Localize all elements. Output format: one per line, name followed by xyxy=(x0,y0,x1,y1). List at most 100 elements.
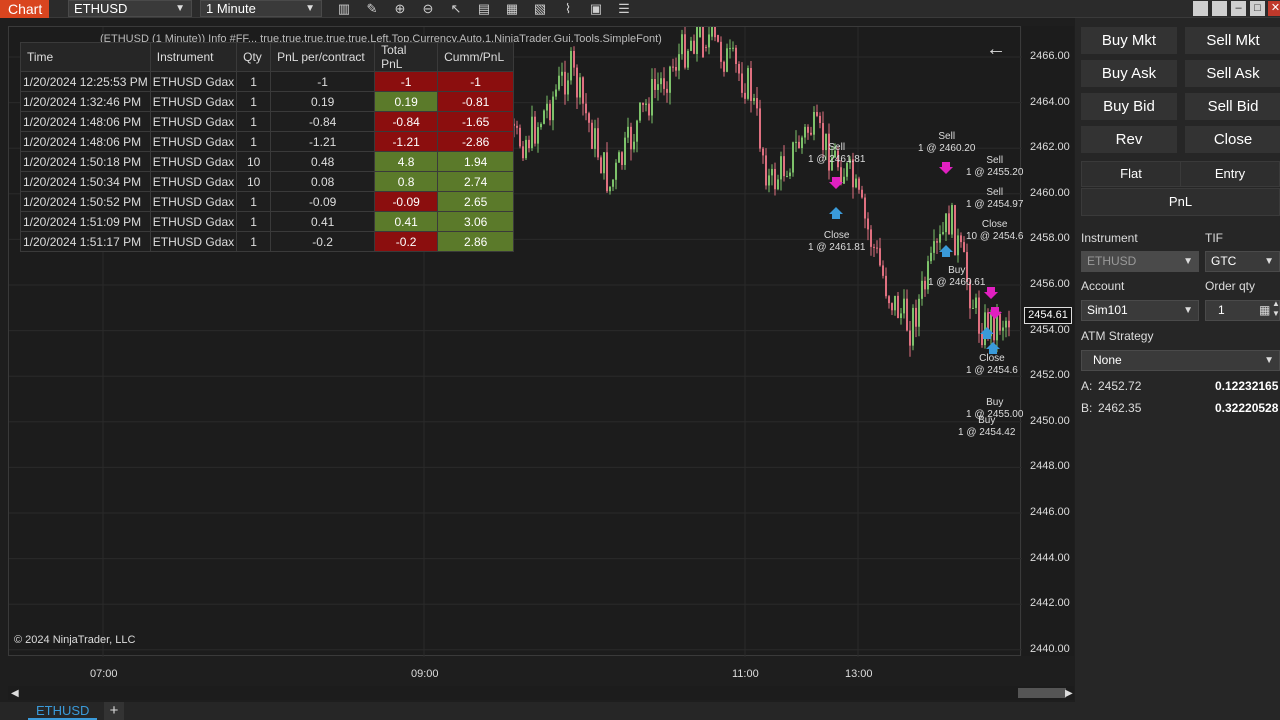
pnl-table-cell: 1/20/2024 1:50:18 PM xyxy=(20,151,151,172)
pnl-table-cell: -0.2 xyxy=(374,231,439,252)
pnl-table-row: 1/20/2024 1:51:09 PM ETHUSD Gdax 1 0.41 0.41… xyxy=(20,211,515,232)
bid-label: B: xyxy=(1081,401,1093,415)
time-tick: 13:00 xyxy=(845,668,873,680)
spinner-icon[interactable]: ▲ ▼ xyxy=(1272,299,1280,319)
buy-bid-button[interactable]: Buy Bid xyxy=(1081,93,1177,120)
pnl-table-cell: ETHUSD Gdax xyxy=(149,151,238,172)
zoom-in-icon[interactable]: ⊕ xyxy=(392,1,408,17)
ask-label: A: xyxy=(1081,379,1093,393)
window-tile-icon[interactable] xyxy=(1193,1,1208,16)
properties-icon[interactable]: ▣ xyxy=(588,1,604,17)
pnl-table-cell: ETHUSD Gdax xyxy=(149,191,238,212)
order-qty-stepper[interactable]: 1 ▦ ▲ ▼ xyxy=(1205,299,1280,321)
pnl-table-cell: 1/20/2024 1:48:06 PM xyxy=(20,131,151,152)
ask-price: 2452.72 xyxy=(1098,379,1142,393)
chart-horizontal-scrollbar[interactable]: ◀ ▶ xyxy=(8,686,1074,700)
calculator-icon[interactable]: ▦ xyxy=(1259,301,1270,320)
time-tick: 07:00 xyxy=(90,668,118,680)
account-label: Account xyxy=(1081,279,1125,293)
pnl-table-cell: -0.2 xyxy=(270,231,376,252)
strategies-icon[interactable]: ⌇ xyxy=(560,1,576,17)
trade-annotation: Close 1 @ 2461.81 xyxy=(808,230,866,253)
price-axis[interactable]: 2466.00 2464.00 2462.00 2460.00 2458.00 2456.… xyxy=(1022,26,1074,656)
entry-button[interactable]: Entry xyxy=(1180,161,1280,187)
pnl-table-cell: 0.8 xyxy=(374,171,439,192)
pnl-table-cell: 1 xyxy=(236,111,272,132)
column-header: Instrument xyxy=(149,42,238,72)
price-tick: 2446.00 xyxy=(1030,506,1070,518)
bar-type-icon[interactable]: ▥ xyxy=(336,1,352,17)
scrollbar-thumb[interactable] xyxy=(1018,688,1066,698)
ask-size: 0.12232165 xyxy=(1215,379,1279,393)
pnl-table-cell: 0.08 xyxy=(270,171,376,192)
tif-select[interactable]: GTC ▼ xyxy=(1205,251,1280,272)
close-position-button[interactable]: Close xyxy=(1185,126,1280,153)
pnl-table-header-row: Time Instrument Qty PnL per/contract Tot… xyxy=(20,42,515,72)
minimize-icon[interactable]: – xyxy=(1231,1,1246,16)
pnl-table-cell: 2.65 xyxy=(437,191,515,212)
chart-trader-icon[interactable]: ☰ xyxy=(616,1,632,17)
add-tab-button[interactable]: + xyxy=(104,702,124,720)
pnl-table-cell: -0.09 xyxy=(270,191,376,212)
tif-select-value: GTC xyxy=(1211,254,1237,268)
atm-strategy-select[interactable]: None ▼ xyxy=(1081,350,1280,371)
price-tick: 2460.00 xyxy=(1030,186,1070,199)
pnl-table-cell: 1/20/2024 1:51:09 PM xyxy=(20,211,151,232)
bid-price: 2462.35 xyxy=(1098,401,1142,415)
close-icon[interactable]: ✕ xyxy=(1268,1,1280,16)
reverse-button[interactable]: Rev xyxy=(1081,126,1177,153)
tif-label: TIF xyxy=(1205,231,1223,245)
pnl-table-cell: -0.81 xyxy=(437,91,515,112)
zoom-out-icon[interactable]: ⊖ xyxy=(420,1,436,17)
pnl-table-cell: ETHUSD Gdax xyxy=(149,91,238,112)
pointer-icon[interactable]: ↖ xyxy=(448,1,464,17)
tab-bar: ETHUSD + xyxy=(0,702,1280,720)
scroll-right-icon[interactable]: ▶ xyxy=(1065,688,1073,699)
pnl-table-cell: ETHUSD Gdax xyxy=(149,131,238,152)
chart-menu-button[interactable]: Chart xyxy=(0,0,49,18)
trade-annotation: Sell 1 @ 2455.20 xyxy=(966,155,1024,178)
instrument-field[interactable]: ETHUSD ▼ xyxy=(1081,251,1199,272)
pnl-table-cell: ETHUSD Gdax xyxy=(149,111,238,132)
templates-icon[interactable]: ▦ xyxy=(504,1,520,17)
window-tile-icon[interactable] xyxy=(1212,1,1227,16)
pnl-table-cell: 0.41 xyxy=(270,211,376,232)
pnl-table-cell: 0.19 xyxy=(374,91,439,112)
sell-market-button[interactable]: Sell Mkt xyxy=(1185,27,1280,54)
price-tick: 2442.00 xyxy=(1030,597,1070,610)
trade-annotation: Buy 1 @ 2454.42 xyxy=(958,415,1016,438)
pnl-button[interactable]: PnL xyxy=(1081,188,1280,216)
tab-ethusd[interactable]: ETHUSD xyxy=(28,702,98,720)
pnl-table-cell: 1/20/2024 1:50:34 PM xyxy=(20,171,151,192)
pnl-table-cell: -1.21 xyxy=(270,131,376,152)
pnl-table-row: 1/20/2024 12:25:53 PM ETHUSD Gdax 1 -1 -1 -1 xyxy=(20,71,515,92)
flat-button[interactable]: Flat xyxy=(1081,161,1181,187)
sell-bid-button[interactable]: Sell Bid xyxy=(1185,93,1280,120)
sell-ask-button[interactable]: Sell Ask xyxy=(1185,60,1280,87)
price-tick: 2454.00 xyxy=(1030,323,1070,336)
column-header: Total PnL xyxy=(374,42,439,72)
chevron-down-icon: ▼ xyxy=(1264,256,1274,267)
interval-selector[interactable]: 1 Minute ▼ xyxy=(200,0,322,17)
data-box-icon[interactable]: ▤ xyxy=(476,1,492,17)
instrument-selector[interactable]: ETHUSD ▼ xyxy=(68,0,192,17)
price-tick: 2464.00 xyxy=(1030,95,1070,108)
pnl-table-cell: 1/20/2024 1:51:17 PM xyxy=(20,231,151,252)
drawing-tool-icon[interactable]: ✎ xyxy=(364,1,380,17)
pnl-table-cell: -1 xyxy=(437,71,515,92)
maximize-icon[interactable]: □ xyxy=(1250,1,1265,16)
scroll-left-icon[interactable]: ◀ xyxy=(11,688,19,699)
pnl-table-cell: 0.48 xyxy=(270,151,376,172)
column-header: PnL per/contract xyxy=(270,42,376,72)
order-qty-value: 1 xyxy=(1218,303,1225,317)
chevron-down-icon: ▼ xyxy=(1264,355,1274,366)
account-select[interactable]: Sim101 ▼ xyxy=(1081,300,1199,321)
back-arrow-icon[interactable]: ← xyxy=(986,38,1006,61)
buy-market-button[interactable]: Buy Mkt xyxy=(1081,27,1177,54)
chevron-down-icon: ▼ xyxy=(1183,256,1193,267)
trade-annotation: Close 10 @ 2454.6 xyxy=(966,219,1024,242)
buy-ask-button[interactable]: Buy Ask xyxy=(1081,60,1177,87)
pnl-table-cell: 0.41 xyxy=(374,211,439,232)
pnl-table-cell: ETHUSD Gdax xyxy=(149,171,238,192)
indicators-icon[interactable]: ▧ xyxy=(532,1,548,17)
